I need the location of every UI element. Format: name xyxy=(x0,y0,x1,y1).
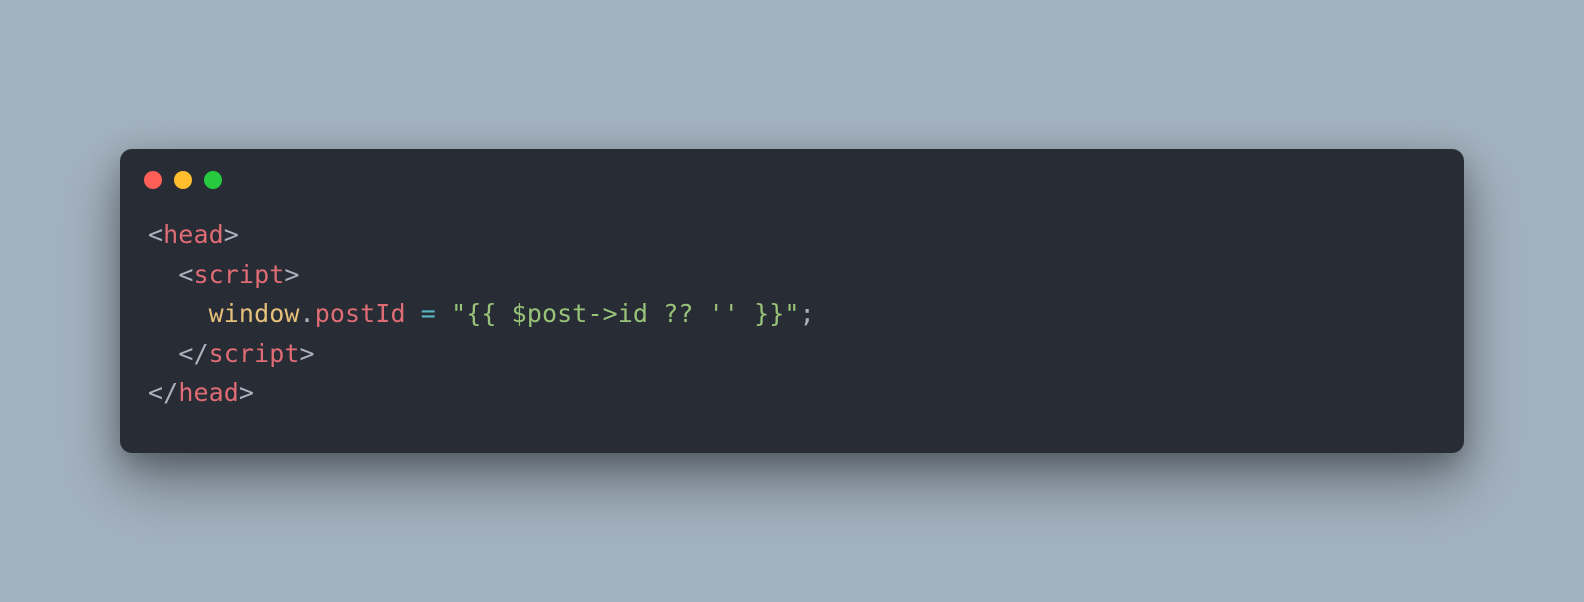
space xyxy=(436,299,451,328)
angle-close-icon: > xyxy=(224,220,239,249)
equals-icon: = xyxy=(421,299,436,328)
angle-open-icon: < xyxy=(148,220,163,249)
indent xyxy=(148,299,209,328)
dot-icon: . xyxy=(300,299,315,328)
angle-close-icon: > xyxy=(284,260,299,289)
angle-open-slash-icon: </ xyxy=(148,378,178,407)
code-window: <head> <script> window.postId = "{{ $pos… xyxy=(120,149,1464,453)
indent xyxy=(148,339,178,368)
indent xyxy=(148,260,178,289)
code-editor: <head> <script> window.postId = "{{ $pos… xyxy=(120,205,1464,423)
close-icon[interactable] xyxy=(144,171,162,189)
titlebar xyxy=(120,149,1464,205)
object-window: window xyxy=(209,299,300,328)
minimize-icon[interactable] xyxy=(174,171,192,189)
space xyxy=(406,299,421,328)
angle-close-icon: > xyxy=(300,339,315,368)
tag-head: head xyxy=(178,378,239,407)
string-literal: "{{ $post->id ?? '' }}" xyxy=(451,299,799,328)
tag-head: head xyxy=(163,220,224,249)
angle-close-icon: > xyxy=(239,378,254,407)
angle-open-slash-icon: </ xyxy=(178,339,208,368)
prop-postid: postId xyxy=(315,299,406,328)
semicolon-icon: ; xyxy=(800,299,815,328)
maximize-icon[interactable] xyxy=(204,171,222,189)
tag-script: script xyxy=(193,260,284,289)
angle-open-icon: < xyxy=(178,260,193,289)
tag-script: script xyxy=(209,339,300,368)
